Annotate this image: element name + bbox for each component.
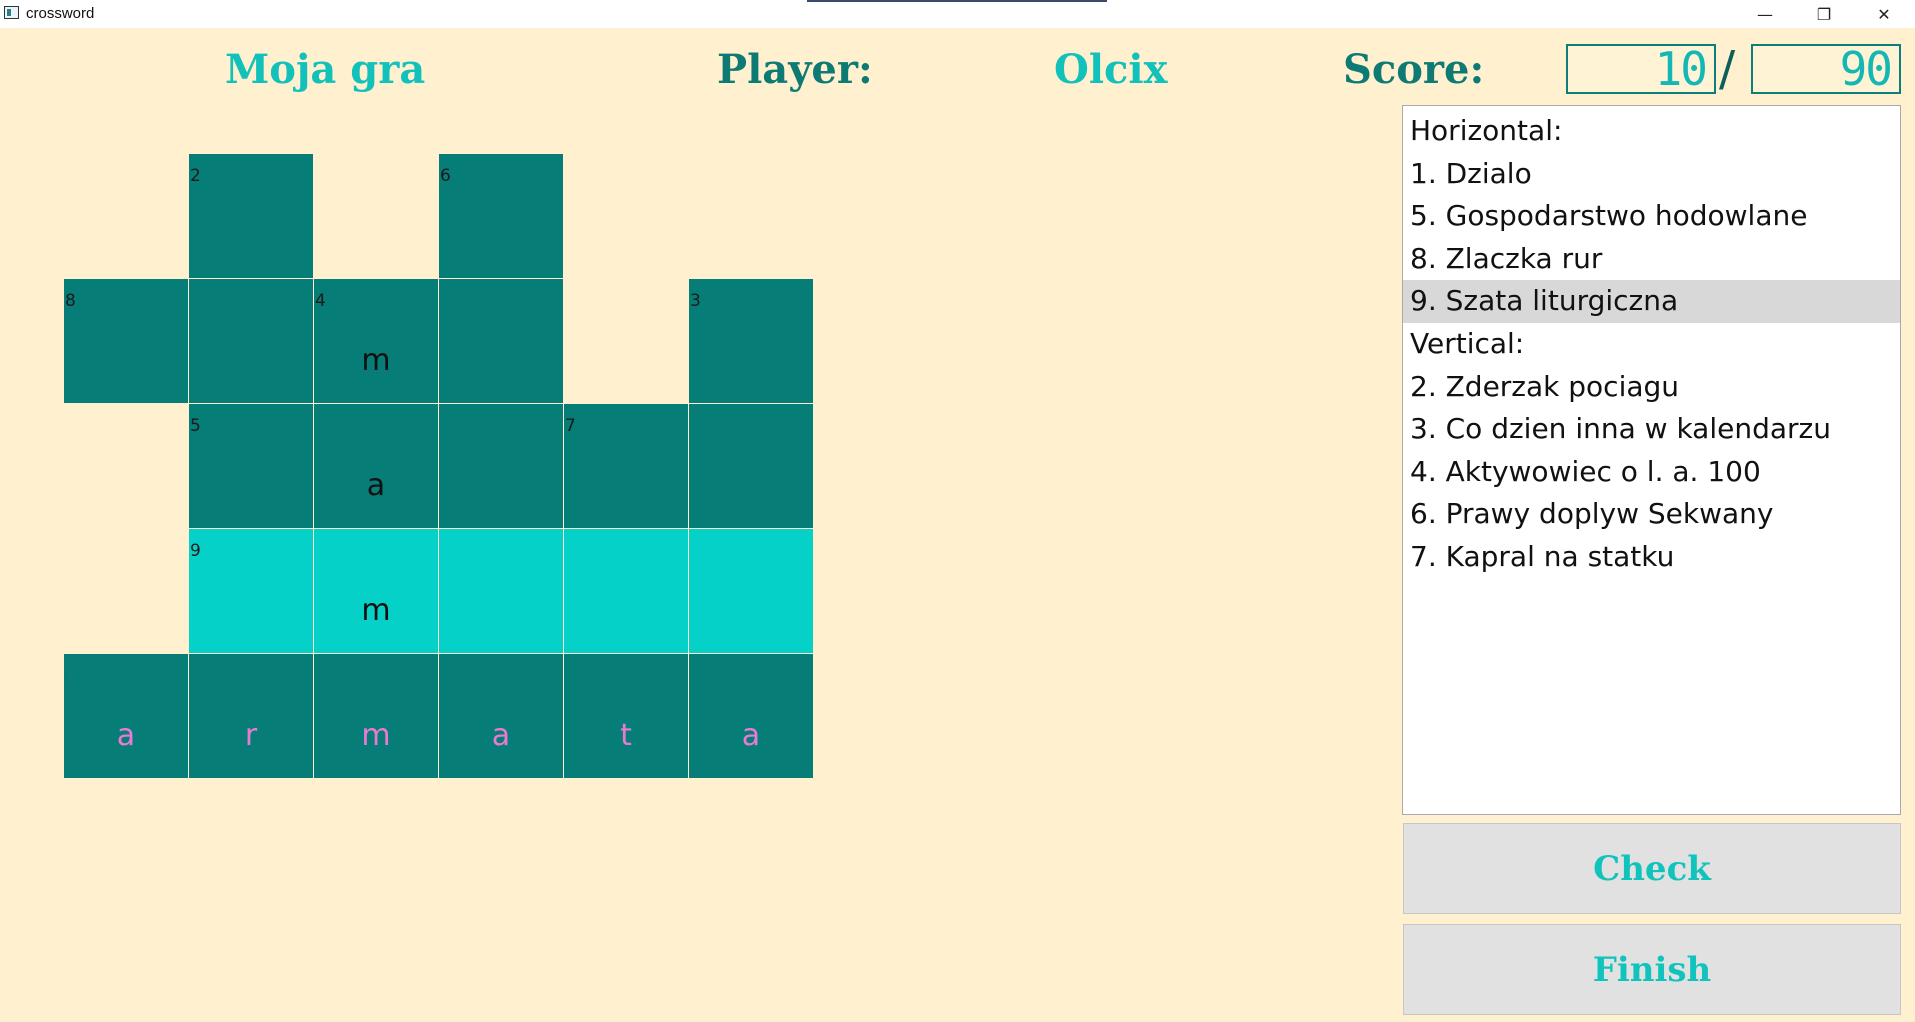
grid-cell[interactable] [439,279,563,403]
cell-letter: m [361,718,391,753]
grid-cell[interactable]: 9 [189,529,313,653]
grid-cell[interactable]: r [189,654,313,778]
grid-cell[interactable]: m [314,654,438,778]
grid-cell[interactable]: 8 [64,279,188,403]
grid-cell[interactable]: a [689,654,813,778]
clue-item[interactable]: 6. Prawy doplyw Sekwany [1403,493,1900,536]
score-separator: / [1719,41,1736,97]
window-title: crossword [26,5,95,22]
grid-cell[interactable] [189,279,313,403]
grid-cell[interactable]: a [439,654,563,778]
grid-cell[interactable] [439,529,563,653]
cell-letter: m [361,593,391,628]
cell-number: 2 [190,166,201,186]
grid-cell[interactable]: 1a [64,654,188,778]
clue-item[interactable]: 5. Gospodarstwo hodowlane [1403,195,1900,238]
grid-cell[interactable]: 7 [564,404,688,528]
cell-letter: a [116,718,136,753]
cell-number: 1 [65,666,76,686]
cell-letter: a [741,718,761,753]
clue-item[interactable]: 3. Co dzien inna w kalendarzu [1403,408,1900,451]
player-name: Olcix [1054,46,1168,93]
grid-cell[interactable] [689,404,813,528]
check-button[interactable]: Check [1403,823,1901,914]
maximize-button[interactable]: ❐ [1795,0,1853,28]
score-label: Score: [1343,46,1485,93]
grid-cell[interactable]: m [314,529,438,653]
clue-item[interactable]: 9. Szata liturgiczna [1403,280,1900,323]
score-current: 10 [1566,44,1716,94]
clue-item[interactable]: 4. Aktywowiec o l. a. 100 [1403,451,1900,494]
grid-cell[interactable] [689,529,813,653]
clue-item[interactable]: Vertical: [1403,323,1900,366]
clue-item[interactable]: 8. Zlaczka rur [1403,238,1900,281]
cell-number: 8 [65,291,76,311]
game-title: Moja gra [225,46,426,93]
clue-item[interactable]: 7. Kapral na statku [1403,536,1900,579]
score-max: 90 [1751,44,1901,94]
grid-cell[interactable]: 5 [189,404,313,528]
cell-number: 7 [565,416,576,436]
grid-cell[interactable]: t [564,654,688,778]
cell-number: 9 [190,541,201,561]
grid-cell[interactable]: 4m [314,279,438,403]
app-icon [4,6,19,19]
grid-cell[interactable]: 2 [189,154,313,278]
grid-cell[interactable]: 3 [689,279,813,403]
cell-letter: m [361,343,391,378]
minimize-button[interactable]: — [1736,0,1794,28]
player-label: Player: [717,46,873,93]
cell-letter: a [366,468,386,503]
finish-button[interactable]: Finish [1403,924,1901,1015]
cell-number: 3 [690,291,701,311]
clue-item[interactable]: 1. Dzialo [1403,153,1900,196]
grid-cell[interactable]: a [314,404,438,528]
cell-number: 4 [315,291,326,311]
title-bar: crossword — ❐ ✕ [0,0,1915,28]
clue-list[interactable]: Horizontal: 1. Dzialo 5. Gospodarstwo hodo… [1402,105,1901,815]
title-focus-line [807,0,1107,2]
cell-letter: a [491,718,511,753]
grid-cell[interactable] [564,529,688,653]
grid-cell[interactable] [439,404,563,528]
cell-number: 6 [440,166,451,186]
cell-number: 5 [190,416,201,436]
cell-letter: r [244,718,258,753]
cell-letter: t [620,718,632,753]
close-button[interactable]: ✕ [1855,0,1913,28]
clue-item[interactable]: Horizontal: [1403,110,1900,153]
clue-item[interactable]: 2. Zderzak pociagu [1403,366,1900,409]
grid-cell[interactable]: 6 [439,154,563,278]
